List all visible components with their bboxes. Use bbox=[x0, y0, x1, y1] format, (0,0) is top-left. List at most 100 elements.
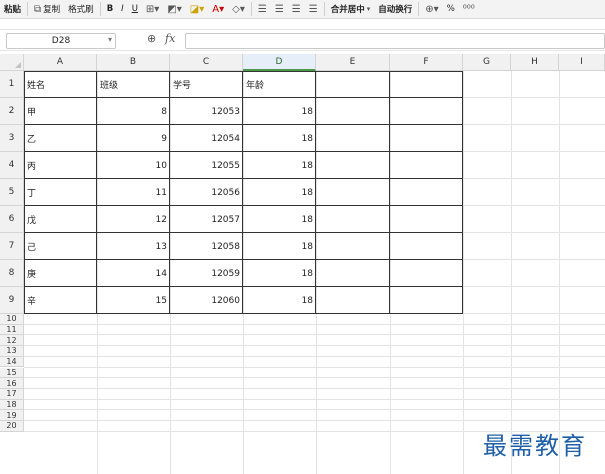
table-cell[interactable]: 学号 bbox=[170, 71, 243, 98]
borders-button[interactable]: ⊞▾ bbox=[142, 1, 163, 18]
clear-format-button[interactable]: ◇▾ bbox=[228, 1, 249, 18]
table-cell[interactable]: 戊 bbox=[24, 206, 97, 233]
row-header-3[interactable]: 3 bbox=[0, 125, 24, 152]
thousands-button[interactable]: ⁰⁰⁰ bbox=[459, 1, 479, 18]
table-cell[interactable]: 18 bbox=[243, 152, 316, 179]
table-cell[interactable]: 12058 bbox=[170, 233, 243, 260]
row-header-10[interactable]: 10 bbox=[0, 314, 24, 325]
column-header-g[interactable]: G bbox=[463, 54, 511, 71]
table-cell[interactable]: 班级 bbox=[97, 71, 170, 98]
currency-button[interactable]: ⊕▾ bbox=[421, 1, 442, 18]
row-header-18[interactable]: 18 bbox=[0, 399, 24, 411]
align-left-button[interactable]: ☰ bbox=[254, 1, 271, 18]
row-header-6[interactable]: 6 bbox=[0, 206, 24, 233]
row-header-16[interactable]: 16 bbox=[0, 378, 24, 389]
row-header-9[interactable]: 9 bbox=[0, 287, 24, 314]
table-cell[interactable]: 己 bbox=[24, 233, 97, 260]
gridline-horizontal bbox=[24, 377, 605, 379]
justify-button[interactable]: ☰ bbox=[305, 1, 322, 18]
row-header-15[interactable]: 15 bbox=[0, 367, 24, 379]
table-cell[interactable]: 12 bbox=[97, 206, 170, 233]
table-cell[interactable]: 11 bbox=[97, 179, 170, 206]
row-header-8[interactable]: 8 bbox=[0, 260, 24, 287]
column-header-a[interactable]: A bbox=[24, 54, 97, 71]
table-cell[interactable]: 18 bbox=[243, 233, 316, 260]
table-cell[interactable]: 12054 bbox=[170, 125, 243, 152]
select-all-corner[interactable] bbox=[0, 54, 24, 71]
column-header-i[interactable]: I bbox=[559, 54, 605, 71]
column-header-f[interactable]: F bbox=[390, 54, 463, 71]
highlight-button[interactable]: ◪▾ bbox=[186, 1, 208, 18]
table-cell[interactable]: 12053 bbox=[170, 98, 243, 125]
merge-center-button[interactable]: 合并居中 ▾ bbox=[327, 1, 375, 18]
column-header-c[interactable]: C bbox=[170, 54, 243, 71]
table-cell[interactable]: 18 bbox=[243, 98, 316, 125]
zoom-icon[interactable]: ⊕ bbox=[147, 32, 156, 45]
table-cell[interactable]: 18 bbox=[243, 206, 316, 233]
table-cell[interactable]: 18 bbox=[243, 287, 316, 314]
column-header-d[interactable]: D bbox=[243, 54, 316, 71]
table-cell[interactable]: 庚 bbox=[24, 260, 97, 287]
row-header-11[interactable]: 11 bbox=[0, 324, 24, 336]
fx-button[interactable]: fx bbox=[165, 32, 175, 45]
table-cell[interactable]: 8 bbox=[97, 98, 170, 125]
row-header-14[interactable]: 14 bbox=[0, 356, 24, 368]
fill-color-button[interactable]: ◩▾ bbox=[163, 1, 185, 18]
row-header-19[interactable]: 19 bbox=[0, 410, 24, 421]
underline-button[interactable]: U bbox=[128, 1, 142, 18]
row-header-5[interactable]: 5 bbox=[0, 179, 24, 206]
copy-icon: ⧉ bbox=[34, 3, 42, 15]
formula-input[interactable] bbox=[185, 33, 605, 49]
table-cell[interactable]: 丁 bbox=[24, 179, 97, 206]
table-cell[interactable]: 12059 bbox=[170, 260, 243, 287]
table-cell[interactable]: 12056 bbox=[170, 179, 243, 206]
paste-button[interactable]: 粘贴 bbox=[0, 1, 25, 18]
italic-button[interactable]: I bbox=[117, 1, 128, 18]
table-cell[interactable]: 辛 bbox=[24, 287, 97, 314]
gridline-horizontal bbox=[24, 398, 605, 400]
row-header-1[interactable]: 1 bbox=[0, 71, 24, 98]
row-header-7[interactable]: 7 bbox=[0, 233, 24, 260]
row-header-12[interactable]: 12 bbox=[0, 335, 24, 347]
table-cell[interactable]: 14 bbox=[97, 260, 170, 287]
row-header-20[interactable]: 20 bbox=[0, 421, 24, 432]
table-cell[interactable]: 12060 bbox=[170, 287, 243, 314]
name-box[interactable]: D28 ▾ bbox=[6, 33, 116, 49]
table-cell[interactable]: 甲 bbox=[24, 98, 97, 125]
table-border bbox=[96, 71, 97, 314]
table-cell[interactable]: 18 bbox=[243, 125, 316, 152]
row-header-13[interactable]: 13 bbox=[0, 346, 24, 357]
bold-button[interactable]: B bbox=[103, 1, 117, 18]
align-center-button[interactable]: ☰ bbox=[271, 1, 288, 18]
percent-button[interactable]: % bbox=[443, 1, 459, 18]
format-painter-button[interactable]: 格式刷 bbox=[64, 1, 98, 18]
table-cell[interactable]: 15 bbox=[97, 287, 170, 314]
row-header-4[interactable]: 4 bbox=[0, 152, 24, 179]
table-border bbox=[24, 259, 463, 260]
gridline-horizontal bbox=[24, 345, 605, 347]
wrap-text-button[interactable]: 自动换行 bbox=[374, 1, 416, 18]
column-header-b[interactable]: B bbox=[97, 54, 170, 71]
table-cell[interactable]: 18 bbox=[243, 179, 316, 206]
font-color-button[interactable]: A▾ bbox=[208, 1, 228, 18]
table-border bbox=[389, 71, 390, 314]
table-cell[interactable]: 10 bbox=[97, 152, 170, 179]
row-header-17[interactable]: 17 bbox=[0, 388, 24, 400]
wrap-text-label: 自动换行 bbox=[378, 5, 413, 15]
column-header-h[interactable]: H bbox=[511, 54, 559, 71]
table-cell[interactable]: 12057 bbox=[170, 206, 243, 233]
table-border bbox=[462, 71, 463, 314]
table-cell[interactable]: 12055 bbox=[170, 152, 243, 179]
table-cell[interactable]: 乙 bbox=[24, 125, 97, 152]
table-cell[interactable]: 年龄 bbox=[243, 71, 316, 98]
column-header-e[interactable]: E bbox=[316, 54, 390, 71]
copy-button[interactable]: ⧉ 复制 bbox=[30, 1, 64, 18]
table-cell[interactable]: 13 bbox=[97, 233, 170, 260]
table-cell[interactable]: 姓名 bbox=[24, 71, 97, 98]
table-cell[interactable]: 18 bbox=[243, 260, 316, 287]
gridline-vertical bbox=[559, 71, 560, 474]
table-cell[interactable]: 9 bbox=[97, 125, 170, 152]
table-cell[interactable]: 丙 bbox=[24, 152, 97, 179]
align-right-button[interactable]: ☰ bbox=[288, 1, 305, 18]
row-header-2[interactable]: 2 bbox=[0, 98, 24, 125]
